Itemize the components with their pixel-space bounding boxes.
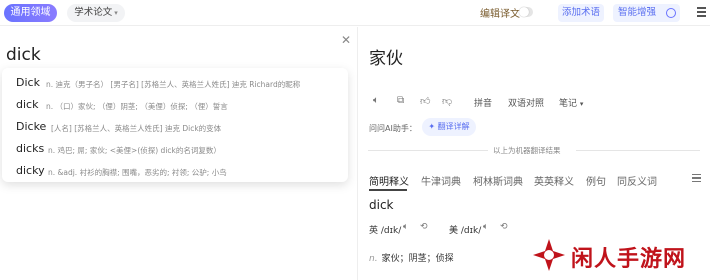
- tab-english-english[interactable]: 英英释义: [534, 173, 574, 188]
- replay-icon[interactable]: ⟲: [420, 222, 428, 232]
- bilingual-button[interactable]: 双语对照: [508, 96, 544, 109]
- copy-icon[interactable]: ⧉: [397, 95, 404, 106]
- suggestion-word: Dick: [16, 76, 40, 89]
- top-toolbar: 通用领域 学术论文 ▾ 编辑译文 添加术语 智能增强: [0, 0, 710, 26]
- chevron-down-icon: ▾: [114, 9, 118, 17]
- uk-label: 英: [369, 226, 379, 236]
- smart-enhance-label: 智能增强: [618, 7, 657, 18]
- source-input[interactable]: dick: [6, 45, 41, 65]
- list-icon[interactable]: [692, 174, 701, 184]
- ai-explain-label: 翻译详解: [437, 122, 470, 131]
- suggestion-dropdown: Dick n. 迪克（男子名） [男子名] [苏格兰人、英格兰人姓氏] 迪克 R…: [2, 68, 348, 182]
- translation-result: 家伙: [369, 49, 403, 69]
- machine-translation-note: 以上为机器翻译结果: [493, 146, 561, 155]
- tab-synonyms[interactable]: 同反义词: [617, 173, 657, 188]
- tab-collins[interactable]: 柯林斯词典: [473, 173, 523, 188]
- tab-concise[interactable]: 简明释义: [369, 173, 409, 188]
- uk-phonetic-text: /dɪk/: [380, 226, 402, 236]
- settings-icon[interactable]: [666, 8, 676, 18]
- add-term-button[interactable]: 添加术语: [558, 4, 604, 22]
- speaker-icon[interactable]: 🔈︎: [483, 222, 488, 232]
- pinyin-button[interactable]: 拼音: [474, 96, 492, 109]
- suggestion-word: dicks: [16, 142, 45, 155]
- notes-label: 笔记: [559, 99, 578, 109]
- definition-text: 家伙；阴茎；侦探: [381, 254, 454, 264]
- ai-explain-button[interactable]: ✦ 翻译详解: [422, 118, 476, 136]
- uk-phonetic: 英 /dɪk/: [369, 223, 401, 236]
- speaker-icon[interactable]: 🔈︎: [403, 222, 408, 232]
- us-phonetic: 美 /dɪk/: [449, 223, 481, 236]
- suggestion-item[interactable]: Dick n. 迪克（男子名） [男子名] [苏格兰人、英格兰人姓氏] 迪克 R…: [2, 72, 348, 94]
- us-phonetic-text: /dɪk/: [460, 226, 482, 236]
- suggestion-definition: n. 迪克（男子名） [男子名] [苏格兰人、英格兰人姓氏] 迪克 Richar…: [46, 80, 301, 89]
- suggestion-item[interactable]: dick n. （口）家伙; （俚）阴茎; （美俚）侦探; （俚）誓言: [2, 94, 348, 116]
- academic-paper-label: 学术论文: [74, 7, 113, 18]
- clear-icon[interactable]: ✕: [341, 33, 351, 47]
- menu-icon[interactable]: [697, 7, 706, 17]
- watermark: 闲人手游网: [514, 231, 710, 280]
- ai-assistant-label: 问问AI助手：: [369, 124, 417, 133]
- divider: [576, 150, 700, 151]
- suggestion-definition: n. &adj. 衬衫的胸襟; 围嘴，恶劣的; 衬领; 公驴; 小鸟: [48, 168, 227, 177]
- general-domain-button[interactable]: 通用领域: [4, 4, 57, 22]
- sparkle-icon: ✦: [428, 122, 436, 131]
- speaker-icon[interactable]: 🔈︎: [373, 95, 379, 106]
- part-of-speech: n.: [369, 254, 378, 264]
- replay-icon[interactable]: ⟲: [500, 222, 508, 232]
- divider: [368, 150, 488, 151]
- entry-word: dick: [369, 198, 394, 212]
- tab-examples[interactable]: 例句: [586, 173, 606, 188]
- edit-translation-toggle[interactable]: [519, 7, 533, 17]
- watermark-text: 闲人手游网: [571, 247, 687, 272]
- suggestion-word: dicky: [16, 164, 45, 177]
- notes-button[interactable]: 笔记 ▾: [559, 96, 583, 109]
- chevron-down-icon: ▾: [579, 100, 584, 108]
- us-label: 美: [449, 226, 459, 236]
- suggestion-definition: n. （口）家伙; （俚）阴茎; （美俚）侦探; （俚）誓言: [46, 102, 228, 111]
- watermark-logo-icon: [533, 239, 565, 271]
- academic-paper-dropdown[interactable]: 学术论文 ▾: [67, 4, 125, 22]
- definition-line: n. 家伙；阴茎；侦探: [369, 251, 454, 264]
- suggestion-item[interactable]: dicky n. &adj. 衬衫的胸襟; 围嘴，恶劣的; 衬领; 公驴; 小鸟: [2, 160, 348, 182]
- thumbs-down-icon[interactable]: 👎︎: [442, 95, 452, 107]
- thumbs-up-icon[interactable]: 👍︎: [420, 95, 430, 107]
- edit-translation-label: 编辑译文: [480, 9, 520, 20]
- suggestion-definition: [人名] [苏格兰人、英格兰人姓氏] 迪克 Dick的变体: [51, 124, 222, 133]
- suggestion-word: dick: [16, 98, 39, 111]
- pane-divider: [357, 27, 358, 280]
- suggestion-item[interactable]: dicks n. 鸡巴; 屌; 家伙; <美俚>(侦探) dick的名词复数）: [2, 138, 348, 160]
- active-tab-indicator: [369, 189, 407, 191]
- suggestion-definition: n. 鸡巴; 屌; 家伙; <美俚>(侦探) dick的名词复数）: [48, 146, 221, 155]
- translate-app: 通用领域 学术论文 ▾ 编辑译文 添加术语 智能增强 dick ✕ Dick n.…: [0, 0, 710, 280]
- smart-enhance-button[interactable]: 智能增强: [613, 4, 680, 22]
- tab-oxford[interactable]: 牛津词典: [421, 173, 461, 188]
- suggestion-item[interactable]: Dicke [人名] [苏格兰人、英格兰人姓氏] 迪克 Dick的变体: [2, 116, 348, 138]
- suggestion-word: Dicke: [16, 120, 47, 133]
